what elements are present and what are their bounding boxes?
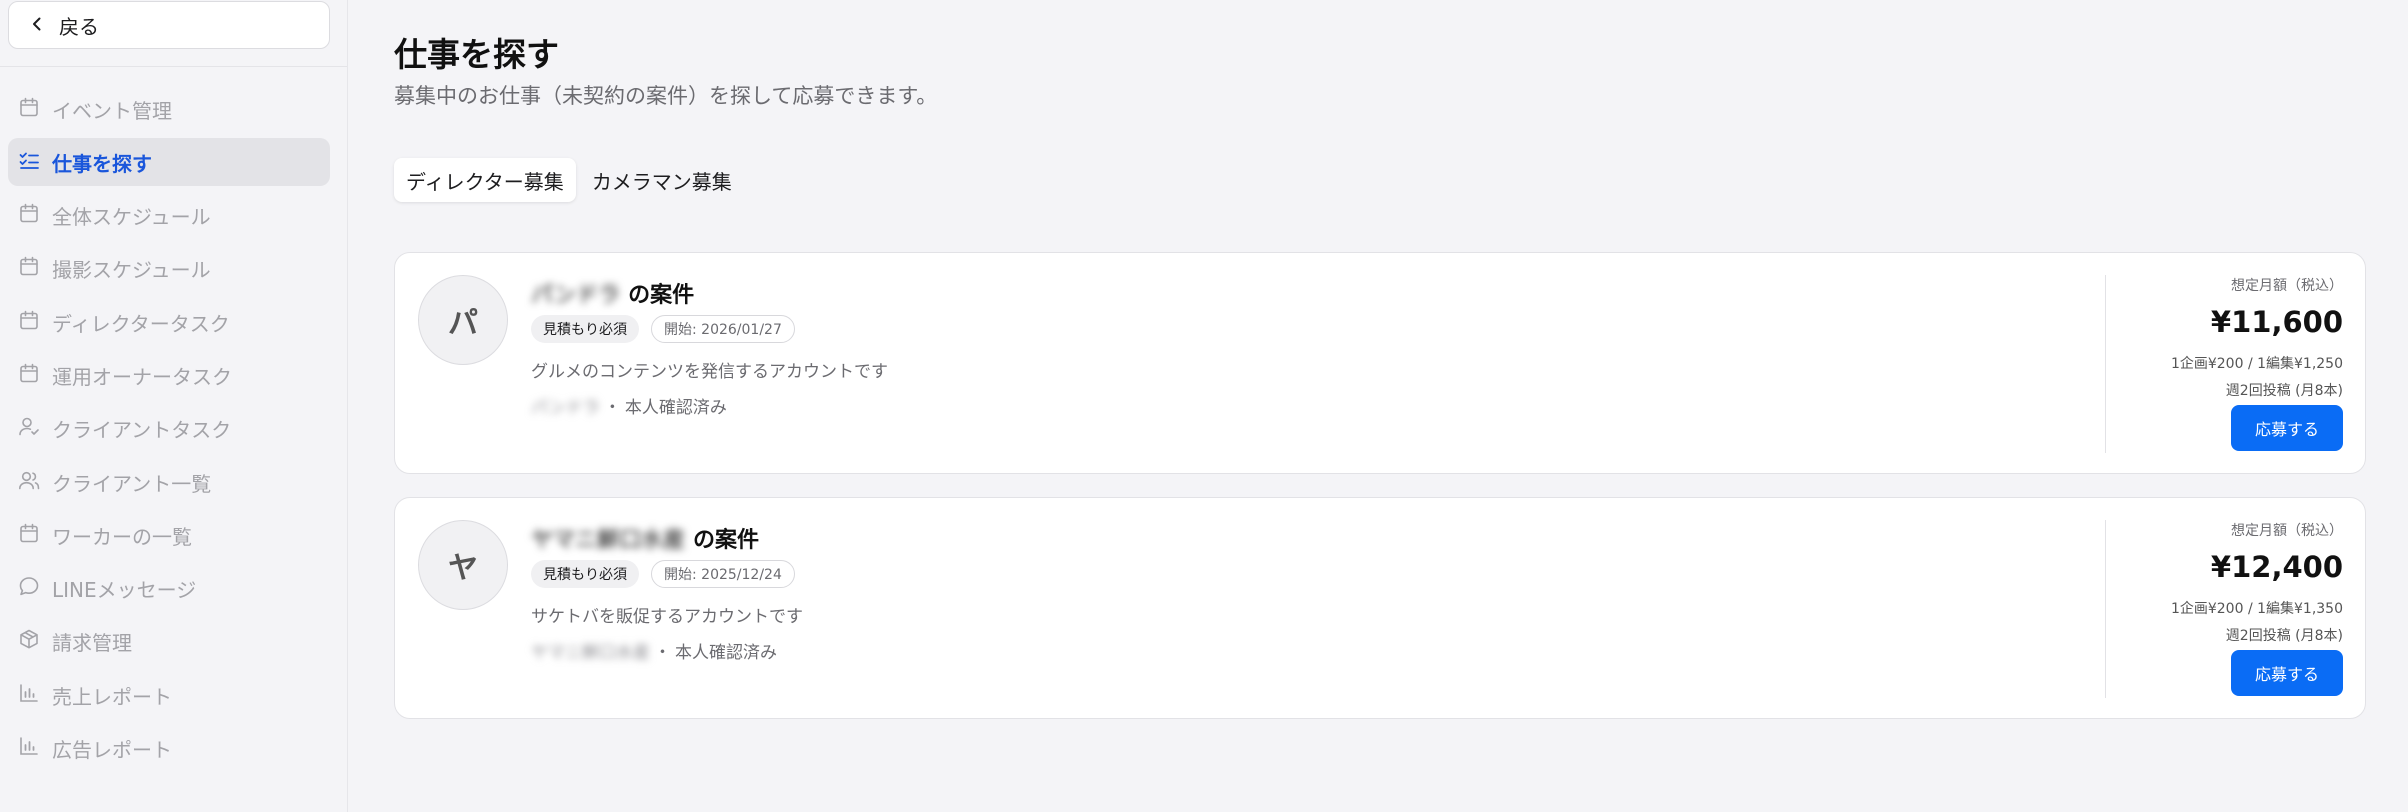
calendar-icon [18, 202, 40, 229]
sidebar-item-label: 請求管理 [52, 631, 132, 656]
sidebar-item-worker-list[interactable]: ワーカーの一覧 [8, 511, 330, 559]
back-button-label: 戻る [59, 14, 99, 39]
sidebar-item-label: 広告レポート [52, 738, 172, 763]
job-title: パンドラ の案件 [531, 277, 694, 309]
sidebar-item-label: イベント管理 [52, 98, 172, 123]
tab-director[interactable]: ディレクター募集 [394, 158, 576, 202]
sidebar-item-overall-schedule[interactable]: 全体スケジュール [8, 192, 330, 240]
client-name: ヤマニ鮮口水産 [531, 528, 686, 553]
sidebar-divider [0, 66, 347, 67]
sidebar-item-director-tasks[interactable]: ディレクタータスク [8, 298, 330, 346]
job-title-suffix: の案件 [693, 528, 760, 553]
box-icon [18, 628, 40, 655]
job-title-suffix: の案件 [628, 283, 695, 308]
sidebar-item-label: 仕事を探す [52, 151, 152, 176]
page-subtitle: 募集中のお仕事（未契約の案件）を探して応募できます。 [394, 84, 938, 108]
estimate-required-badge: 見積もり必須 [531, 315, 639, 343]
price-area: 想定月額（税込） ¥12,400 1企画¥200 / 1編集¥1,350 週2回… [2103, 520, 2343, 645]
sidebar-nav: イベント管理 仕事を探す全体スケジュール 撮影スケジュール ディレクタータスク 運用オー… [8, 85, 330, 778]
verified-status: 本人確認済み [624, 398, 727, 418]
job-card: パ パンドラ の案件 見積もり必須 開始: 2026/01/27 グルメのコンテ… [394, 252, 2366, 474]
sidebar-item-label: 売上レポート [52, 684, 172, 709]
price-amount: ¥12,400 [2210, 550, 2343, 584]
page-title: 仕事を探す [394, 35, 559, 74]
sidebar: 戻る イベント管理 仕事を探す全体スケジュール 撮影スケジュール ディレクタータスク運… [0, 0, 348, 812]
estimate-required-badge: 見積もり必須 [531, 560, 639, 588]
job-title: ヤマニ鮮口水産 の案件 [531, 522, 759, 554]
calendar-icon [18, 255, 40, 282]
client-avatar: ヤ [418, 520, 508, 610]
back-button[interactable]: 戻る [8, 1, 330, 49]
sidebar-item-label: クライアント一覧 [52, 471, 212, 496]
checklist-icon [18, 149, 40, 176]
sidebar-item-label: ディレクタータスク [52, 311, 230, 336]
sidebar-item-label: クライアントタスク [52, 418, 232, 443]
owner-separator: ・ [654, 643, 671, 663]
client-avatar: パ [418, 275, 508, 365]
apply-button[interactable]: 応募する [2231, 650, 2343, 696]
calendar-icon [18, 309, 40, 336]
sidebar-item-client-tasks[interactable]: クライアントタスク [8, 405, 330, 453]
price-amount: ¥11,600 [2210, 305, 2343, 339]
bar-chart-icon [18, 682, 40, 709]
price-area: 想定月額（税込） ¥11,600 1企画¥200 / 1編集¥1,250 週2回… [2103, 275, 2343, 400]
user-check-icon [18, 415, 40, 442]
sidebar-item-label: LINEメッセージ [52, 578, 197, 603]
chevron-left-icon [29, 13, 45, 37]
sidebar-item-ad-report[interactable]: 広告レポート [8, 725, 330, 773]
owner-name: パンドラ [531, 398, 600, 418]
job-description: グルメのコンテンツを発信するアカウントです [531, 362, 888, 382]
owner-info: パンドラ ・ 本人確認済み [531, 393, 727, 418]
sidebar-item-label: ワーカーの一覧 [52, 524, 192, 549]
sidebar-item-label: 運用オーナータスク [52, 364, 232, 389]
post-frequency: 週2回投稿 (月8本) [2225, 383, 2343, 399]
tab-bar: ディレクター募集 カメラマン募集 [394, 156, 744, 204]
sidebar-item-event-management[interactable]: イベント管理 [8, 85, 330, 133]
job-description: サケトバを販促するアカウントです [531, 607, 803, 627]
price-label: 想定月額（税込） [2231, 523, 2343, 539]
start-date-badge: 開始: 2025/12/24 [651, 560, 795, 588]
calendar-icon [18, 362, 40, 389]
sidebar-item-shooting-schedule[interactable]: 撮影スケジュール [8, 245, 330, 293]
owner-info: ヤマニ鮮口水産 ・ 本人確認済み [531, 638, 777, 663]
sidebar-item-label: 撮影スケジュール [52, 258, 211, 283]
calendar-icon [18, 96, 40, 123]
apply-button[interactable]: 応募する [2231, 405, 2343, 451]
sidebar-item-sales-report[interactable]: 売上レポート [8, 671, 330, 719]
sidebar-item-client-list[interactable]: クライアント一覧 [8, 458, 330, 506]
users-icon [18, 469, 40, 496]
post-frequency: 週2回投稿 (月8本) [2225, 628, 2343, 644]
verified-status: 本人確認済み [675, 643, 777, 663]
sidebar-item-billing[interactable]: 請求管理 [8, 618, 330, 666]
bar-chart-icon [18, 735, 40, 762]
price-detail: 1企画¥200 / 1編集¥1,250 [2170, 356, 2343, 372]
start-date-badge: 開始: 2026/01/27 [651, 315, 795, 343]
sidebar-item-owner-tasks[interactable]: 運用オーナータスク [8, 351, 330, 399]
sidebar-item-find-jobs[interactable]: 仕事を探す [8, 138, 330, 187]
client-name: パンドラ [531, 283, 621, 308]
owner-name: ヤマニ鮮口水産 [531, 643, 650, 663]
price-detail: 1企画¥200 / 1編集¥1,350 [2170, 601, 2343, 617]
sidebar-item-label: 全体スケジュール [52, 205, 211, 230]
calendar-icon [18, 522, 40, 549]
tab-cameraman[interactable]: カメラマン募集 [580, 158, 744, 202]
chat-bubble-icon [18, 575, 40, 602]
sidebar-item-line-messages[interactable]: LINEメッセージ [8, 565, 330, 613]
job-card: ヤ ヤマニ鮮口水産 の案件 見積もり必須 開始: 2025/12/24 サケトバ… [394, 497, 2366, 719]
job-badges: 見積もり必須 開始: 2025/12/24 [531, 560, 795, 588]
owner-separator: ・ [603, 398, 621, 418]
job-badges: 見積もり必須 開始: 2026/01/27 [531, 315, 795, 343]
price-label: 想定月額（税込） [2231, 278, 2343, 294]
